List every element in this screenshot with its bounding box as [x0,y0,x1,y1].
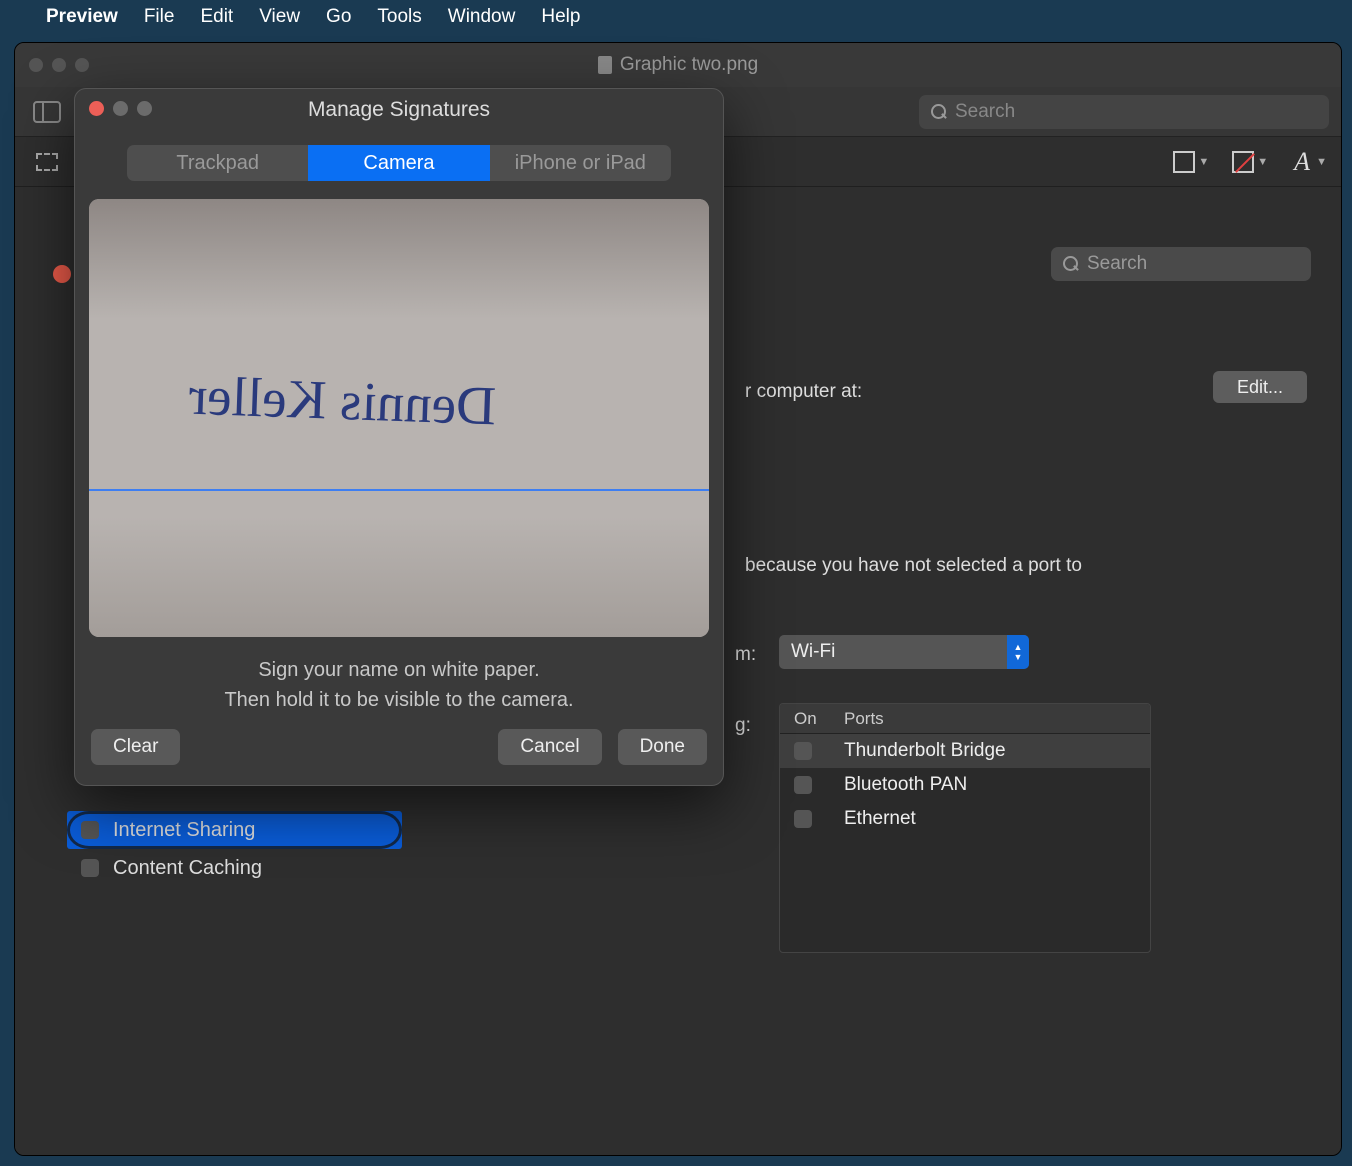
dialog-buttons: Clear Cancel Done [75,715,723,765]
instruction-line1: Sign your name on white paper. [75,655,723,685]
minimize-dialog [113,101,128,116]
stepper-icon: ▲▼ [1007,635,1029,669]
ports-row[interactable]: Bluetooth PAN [780,768,1150,802]
ports-table-header: On Ports [780,704,1150,734]
search-icon [1063,256,1079,272]
border-color-tool[interactable] [1166,147,1202,177]
ports-row[interactable]: Ethernet [780,802,1150,836]
port-checkbox[interactable] [794,776,812,794]
service-content-caching[interactable]: Content Caching [67,849,402,887]
edit-button[interactable]: Edit... [1213,371,1307,403]
signature-baseline [89,489,709,491]
instruction-line2: Then hold it to be visible to the camera… [75,685,723,715]
captured-signature: Dennis Keller [188,364,497,438]
port-checkbox[interactable] [794,810,812,828]
close-dialog[interactable] [89,101,104,116]
menu-window[interactable]: Window [448,6,516,28]
tab-camera[interactable]: Camera [308,145,489,181]
ports-row[interactable]: Thunderbolt Bridge [780,734,1150,768]
menu-help[interactable]: Help [541,6,580,28]
col-ports: Ports [844,709,884,729]
menu-file[interactable]: File [144,6,175,28]
chevron-down-icon[interactable]: ▼ [1316,156,1327,168]
port-name: Ethernet [844,808,916,830]
prefs-search-field[interactable]: Search [1051,247,1311,281]
selection-tool[interactable] [29,147,65,177]
titlebar: Graphic two.png [15,43,1341,87]
share-from-label: m: [735,644,756,666]
search-field[interactable]: Search [919,95,1329,129]
search-placeholder: Search [955,101,1015,123]
share-connection-select[interactable]: Wi-Fi ▲▼ [779,635,1029,669]
search-icon [931,104,947,120]
menu-tools[interactable]: Tools [377,6,421,28]
done-button[interactable]: Done [618,729,707,765]
port-warning-text: because you have not selected a port to [745,555,1082,577]
services-list: Internet Sharing Content Caching [67,811,402,887]
menu-edit[interactable]: Edit [200,6,233,28]
chevron-down-icon[interactable]: ▼ [1257,156,1268,168]
col-on: On [794,709,844,729]
camera-preview: Dennis Keller [89,199,709,637]
ports-table: On Ports Thunderbolt Bridge Bluetooth PA… [779,703,1151,953]
port-name: Bluetooth PAN [844,774,967,796]
zoom-dialog [137,101,152,116]
app-menu[interactable]: Preview [46,6,118,28]
window-title-text: Graphic two.png [620,54,758,76]
service-checkbox[interactable] [81,821,99,839]
service-checkbox[interactable] [81,859,99,877]
recording-indicator-icon [53,265,71,283]
service-internet-sharing[interactable]: Internet Sharing [67,811,402,849]
menu-go[interactable]: Go [326,6,351,28]
menu-view[interactable]: View [259,6,300,28]
service-label: Content Caching [113,857,262,880]
instruction-text: Sign your name on white paper. Then hold… [75,655,723,715]
clear-button[interactable]: Clear [91,729,180,765]
fill-color-tool[interactable] [1225,147,1261,177]
share-connection-value: Wi-Fi [791,641,835,663]
port-checkbox[interactable] [794,742,812,760]
dialog-title: Manage Signatures [75,89,723,131]
sidebar-toggle[interactable] [27,97,67,127]
prefs-search-placeholder: Search [1087,253,1147,275]
tab-iphone-ipad[interactable]: iPhone or iPad [490,145,671,181]
chevron-down-icon[interactable]: ▼ [1198,156,1209,168]
cancel-button[interactable]: Cancel [498,729,601,765]
signature-source-tabs: Trackpad Camera iPhone or iPad [127,145,671,181]
to-computers-label: g: [735,715,751,737]
dialog-window-controls [89,101,152,116]
document-icon [598,56,612,74]
manage-signatures-dialog: Manage Signatures Trackpad Camera iPhone… [74,88,724,786]
dialog-title-text: Manage Signatures [308,98,490,122]
computer-name-label: r computer at: [745,381,862,403]
service-label: Internet Sharing [113,819,255,842]
port-name: Thunderbolt Bridge [844,740,1006,762]
font-tool[interactable]: A [1284,147,1320,177]
window-title: Graphic two.png [15,54,1341,76]
tab-trackpad[interactable]: Trackpad [127,145,308,181]
menubar: Preview File Edit View Go Tools Window H… [0,0,1352,34]
